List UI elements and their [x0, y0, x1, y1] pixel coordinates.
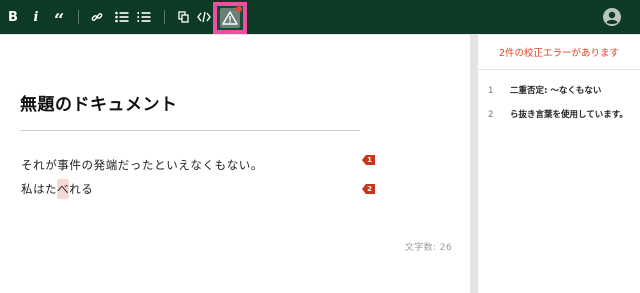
panel-header: 2件の校正エラーがあります [478, 35, 640, 70]
text-segment: れる [69, 182, 94, 196]
proofread-button[interactable] [213, 2, 247, 34]
link-button[interactable] [89, 0, 105, 34]
document-title[interactable]: 無題のドキュメント [20, 90, 178, 115]
italic-button[interactable]: i [28, 0, 44, 34]
italic-icon: i [33, 9, 39, 25]
toolbar: B i “ [0, 0, 640, 34]
error-description: ら抜き言葉を使用しています。 [510, 110, 628, 120]
numbered-list-button[interactable] [135, 0, 153, 34]
code-button[interactable] [195, 0, 213, 34]
user-icon[interactable] [603, 8, 621, 26]
text-line-2[interactable]: 私はたべれる [21, 179, 94, 199]
error-number: 2 [488, 110, 494, 120]
error-description: 二重否定: 〜なくもない [510, 86, 602, 96]
error-marker-1[interactable]: 1 [362, 155, 375, 165]
title-divider [20, 130, 360, 131]
copy-button[interactable] [175, 0, 191, 34]
proofread-icon-box [220, 6, 242, 28]
numbered-list-icon [137, 12, 151, 22]
error-badge [236, 6, 242, 12]
link-icon [91, 13, 103, 21]
bullet-list-button[interactable] [113, 0, 131, 34]
toolbar-divider [78, 10, 79, 24]
bold-button[interactable]: B [5, 0, 21, 34]
warning-icon [222, 11, 238, 25]
bullet-list-icon [115, 11, 129, 23]
toolbar-divider [164, 10, 165, 24]
error-marker-2[interactable]: 2 [362, 184, 375, 194]
bold-icon: B [8, 9, 18, 25]
quote-button[interactable]: “ [50, 0, 68, 34]
error-highlight[interactable]: べ [57, 179, 70, 199]
error-number: 1 [488, 86, 494, 96]
copy-icon [177, 11, 189, 23]
text-segment: 私はた [21, 182, 58, 196]
code-icon [197, 11, 211, 23]
text-line-1[interactable]: それが事件の発端だったといえなくもない。 [21, 157, 263, 173]
character-count: 文字数: 26 [404, 243, 452, 253]
quote-icon: “ [53, 9, 65, 31]
editor-pane[interactable]: 無題のドキュメント それが事件の発端だったといえなくもない。 1 私はたべれる … [0, 35, 470, 293]
proofread-panel: 2件の校正エラーがあります 1 二重否定: 〜なくもない 2 ら抜き言葉を使用し… [478, 35, 640, 293]
